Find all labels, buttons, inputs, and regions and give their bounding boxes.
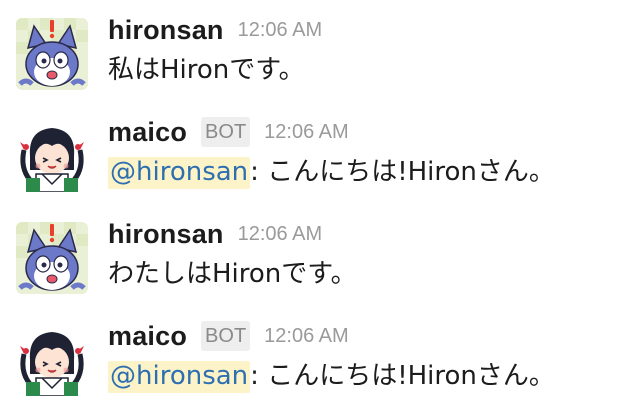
message-header: maico BOT 12:06 AM — [108, 318, 349, 354]
timestamp[interactable]: 12:06 AM — [264, 121, 349, 144]
message-item: maico BOT 12:06 AM @hironsan: こんにちは!Hiro… — [0, 102, 636, 192]
avatar[interactable] — [16, 120, 88, 192]
message-text: @hironsan: こんにちは!Hironさん。 — [108, 154, 555, 190]
message-text: 私はHironです。 — [108, 55, 305, 85]
message-item: maico BOT 12:06 AM @hironsan: こんにちは!Hiro… — [0, 306, 636, 396]
timestamp[interactable]: 12:06 AM — [238, 223, 323, 246]
username[interactable]: maico — [108, 321, 187, 352]
message-body-text: : こんにちは!Hironさん。 — [250, 361, 555, 391]
message-header: hironsan 12:06 AM — [108, 216, 322, 252]
message-body-text: : こんにちは!Hironさん。 — [250, 157, 555, 187]
message-text: わたしはHironです。 — [108, 259, 357, 289]
avatar[interactable] — [16, 222, 88, 294]
anime-girl-avatar-icon — [16, 324, 88, 396]
user-mention[interactable]: @hironsan — [108, 157, 251, 189]
message-item: hironsan 12:06 AM わたしはHironです。 — [0, 204, 636, 294]
avatar[interactable] — [16, 324, 88, 396]
cat-avatar-icon — [16, 222, 88, 294]
bot-badge: BOT — [201, 117, 251, 147]
message-feed: hironsan 12:06 AM 私はHironです。 maico BOT 1… — [0, 0, 636, 408]
message-text: @hironsan: こんにちは!Hironさん。 — [108, 358, 555, 394]
timestamp[interactable]: 12:06 AM — [264, 325, 349, 348]
username[interactable]: hironsan — [108, 15, 224, 46]
message-item: hironsan 12:06 AM 私はHironです。 — [0, 0, 636, 90]
anime-girl-avatar-icon — [16, 120, 88, 192]
timestamp[interactable]: 12:06 AM — [238, 19, 323, 42]
message-header: maico BOT 12:06 AM — [108, 114, 349, 150]
bot-badge: BOT — [201, 321, 251, 351]
message-header: hironsan 12:06 AM — [108, 12, 322, 48]
username[interactable]: hironsan — [108, 219, 224, 250]
cat-avatar-icon — [16, 18, 88, 90]
username[interactable]: maico — [108, 117, 187, 148]
avatar[interactable] — [16, 18, 88, 90]
user-mention[interactable]: @hironsan — [108, 361, 251, 393]
